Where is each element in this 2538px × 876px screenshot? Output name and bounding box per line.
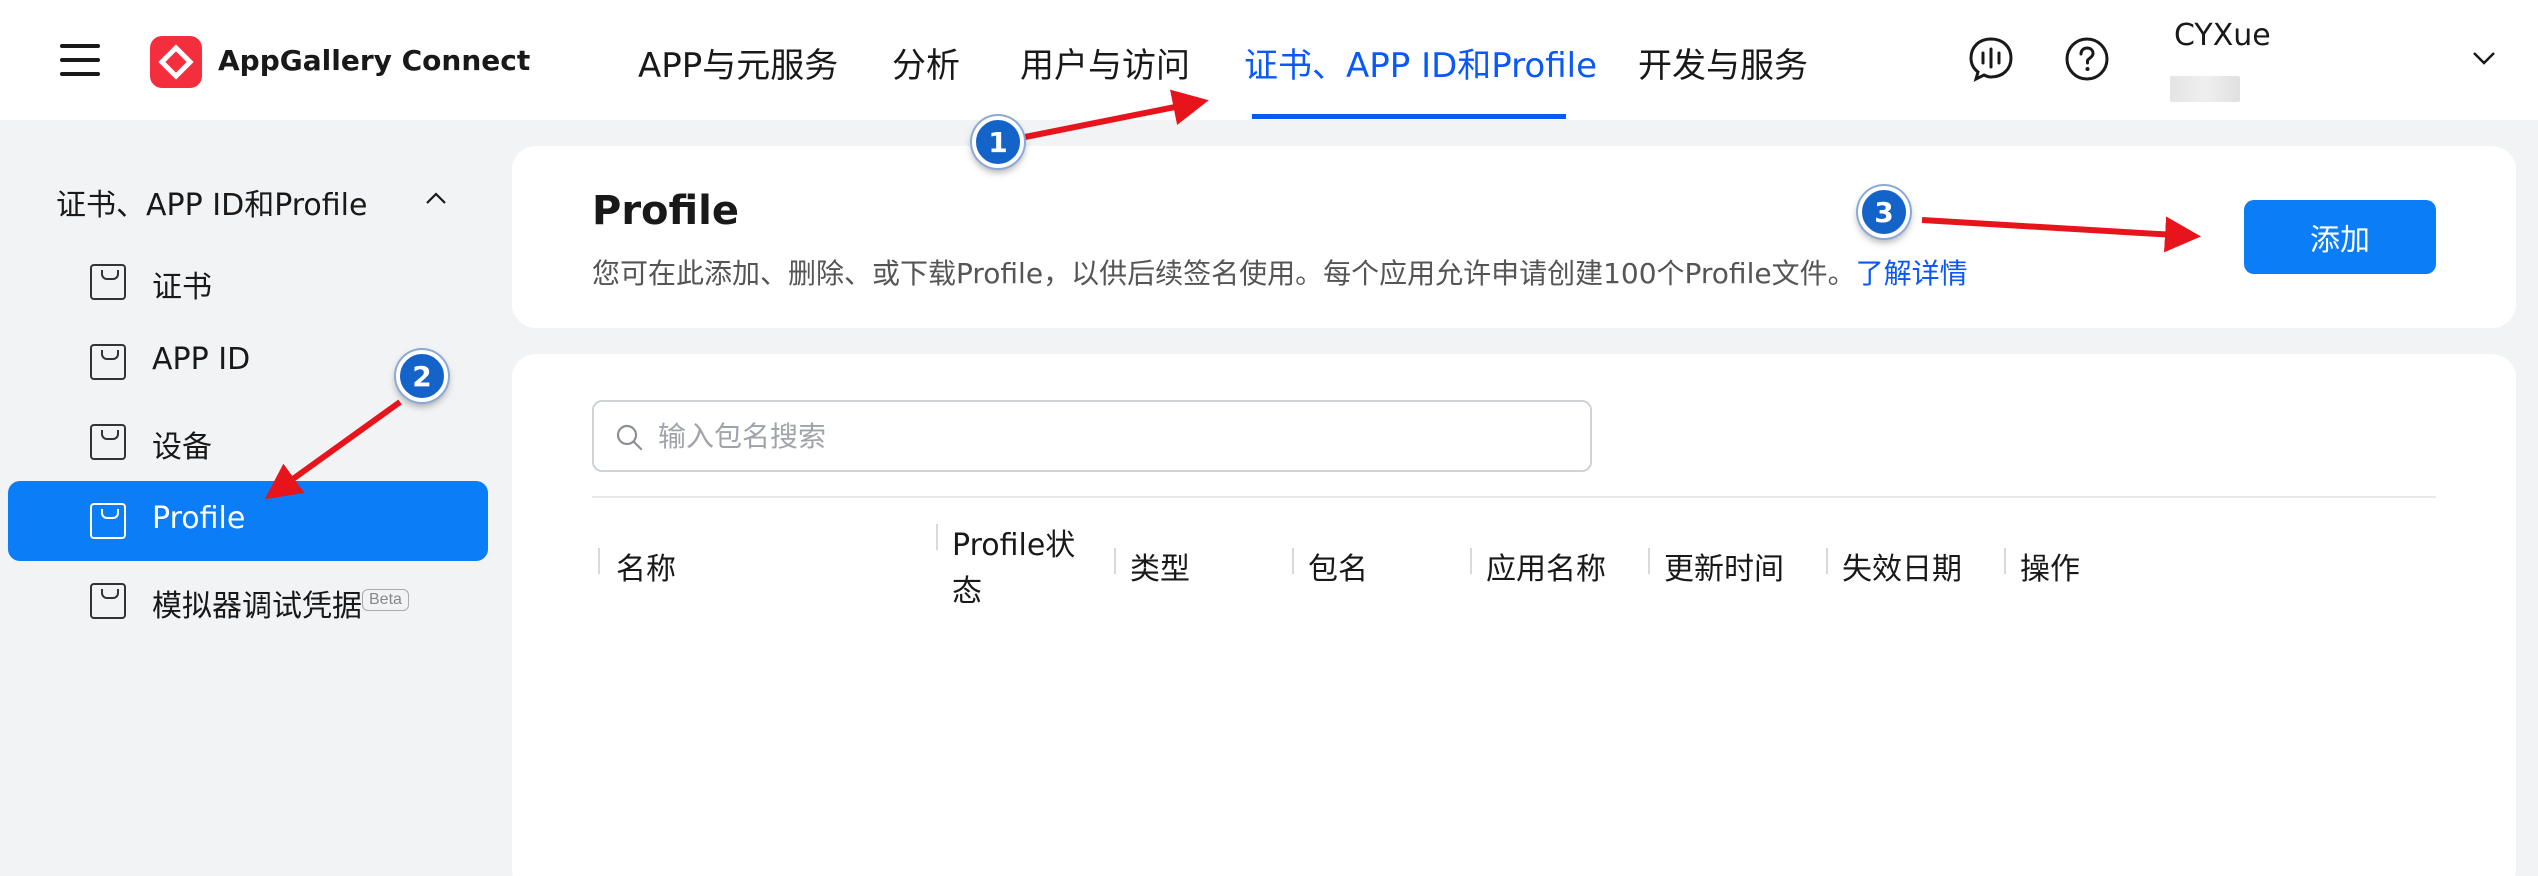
- learn-more-link[interactable]: 了解详情: [1856, 257, 1968, 290]
- appgallery-logo-icon[interactable]: [150, 36, 202, 88]
- chevron-down-icon[interactable]: [2470, 48, 2498, 68]
- column-separator: [598, 548, 600, 574]
- column-header-type[interactable]: 类型: [1130, 544, 1190, 588]
- nav-users-access[interactable]: 用户与访问: [1020, 38, 1190, 87]
- column-header-status-wrap: 态: [952, 574, 982, 609]
- search-input[interactable]: [658, 416, 1558, 456]
- column-header-name[interactable]: 名称: [616, 544, 676, 588]
- description-text: 您可在此添加、删除、或下载Profile，以供后续签名使用。每个应用允许申请创建…: [592, 257, 1856, 290]
- folder-icon: [90, 424, 126, 460]
- beta-badge: Beta: [362, 589, 409, 611]
- page-title: Profile: [592, 188, 740, 234]
- logo-text[interactable]: AppGallery Connect: [218, 44, 530, 77]
- search-icon: [616, 424, 643, 451]
- sidebar-item-emulator-credentials[interactable]: 模拟器调试凭据 Beta: [8, 561, 488, 641]
- sidebar-item-certificates[interactable]: 证书: [8, 242, 488, 322]
- sidebar-item-label: Profile: [152, 501, 246, 536]
- sidebar-item-label: 证书: [152, 270, 212, 305]
- table-divider: [592, 496, 2436, 498]
- page-description: 您可在此添加、删除、或下载Profile，以供后续签名使用。每个应用允许申请创建…: [592, 252, 1968, 292]
- nav-app-services[interactable]: APP与元服务: [638, 38, 838, 87]
- feedback-icon[interactable]: [1968, 36, 2014, 82]
- folder-icon: [90, 344, 126, 380]
- column-header-status[interactable]: Profile状: [952, 520, 1075, 564]
- active-nav-underline: [1252, 114, 1566, 119]
- column-header-package[interactable]: 包名: [1308, 544, 1368, 588]
- column-separator: [1648, 548, 1650, 574]
- annotation-badge-1: 1: [972, 116, 1024, 168]
- nav-develop-services[interactable]: 开发与服务: [1638, 38, 1808, 87]
- user-id-blurred: [2170, 76, 2240, 102]
- sidebar-item-label: 设备: [152, 430, 212, 465]
- annotation-badge-2: 2: [396, 350, 448, 402]
- menu-icon[interactable]: [60, 44, 100, 76]
- help-icon[interactable]: [2064, 36, 2110, 82]
- column-separator: [2004, 548, 2006, 574]
- sidebar-item-label: 模拟器调试凭据: [152, 589, 362, 624]
- sidebar-item-label: APP ID: [152, 342, 251, 377]
- annotation-badge-3: 3: [1858, 186, 1910, 238]
- nav-analytics[interactable]: 分析: [892, 38, 960, 87]
- sidebar-item-profile[interactable]: Profile: [8, 481, 488, 561]
- folder-icon: [90, 264, 126, 300]
- column-separator: [1826, 548, 1828, 574]
- column-separator: [1470, 548, 1472, 574]
- column-header-expiry-date[interactable]: 失效日期: [1842, 544, 1962, 588]
- search-box[interactable]: [592, 400, 1592, 472]
- chevron-up-icon[interactable]: [424, 190, 448, 206]
- column-header-actions[interactable]: 操作: [2020, 544, 2080, 588]
- column-header-app-name[interactable]: 应用名称: [1486, 544, 1606, 588]
- folder-icon: [90, 583, 126, 619]
- column-separator: [936, 524, 938, 550]
- sidebar-group-label[interactable]: 证书、APP ID和Profile: [56, 180, 367, 224]
- page-header-card: [512, 146, 2516, 328]
- user-name[interactable]: CYXue: [2174, 18, 2271, 53]
- add-button[interactable]: 添加: [2244, 200, 2436, 274]
- column-separator: [1292, 548, 1294, 574]
- folder-icon: [90, 503, 126, 539]
- column-header-update-time[interactable]: 更新时间: [1664, 544, 1784, 588]
- column-separator: [1114, 548, 1116, 574]
- top-header: AppGallery Connect APP与元服务 分析 用户与访问 证书、A…: [0, 0, 2538, 120]
- sidebar-item-devices[interactable]: 设备: [8, 402, 488, 482]
- nav-certificates-appid-profile[interactable]: 证书、APP ID和Profile: [1244, 38, 1597, 87]
